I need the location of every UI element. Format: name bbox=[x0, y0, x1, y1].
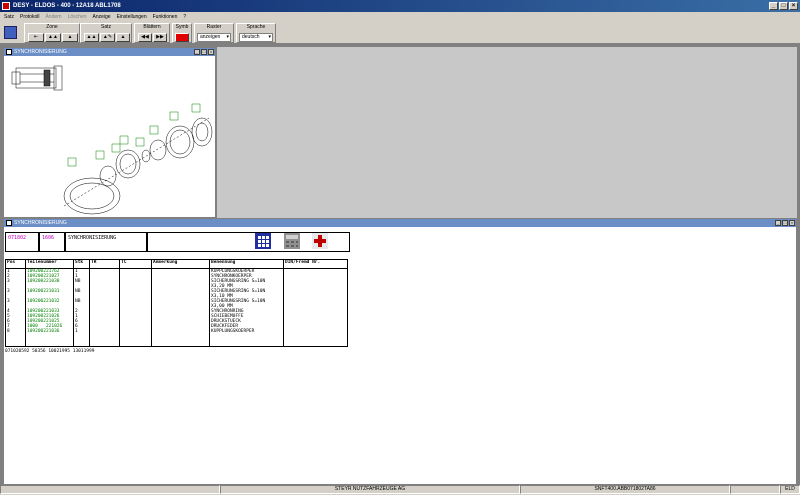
mdi-area: SYNCHRONISIERUNG _ □ × SYNCHRONISIERUNG … bbox=[0, 44, 800, 485]
zone-up-icon[interactable]: ▲▲ bbox=[45, 33, 61, 42]
drawing-close-button[interactable]: × bbox=[208, 49, 214, 55]
app-icon bbox=[2, 2, 10, 10]
home-icon[interactable] bbox=[4, 26, 17, 39]
symb-label: Symb bbox=[175, 24, 189, 30]
gearbox-thumbnail bbox=[11, 65, 63, 91]
status-company: STEYR NUTZFAHRZEUGE AG bbox=[220, 485, 520, 494]
pos-cell: 1 2 3 3 3 4 5 6 7 8 bbox=[5, 268, 26, 347]
synchro-parts bbox=[63, 117, 213, 215]
benennung-cell: KUPPLUNGSKOERPER SYNCHRONKOERPER SICHERU… bbox=[209, 268, 284, 347]
window-title: DESY - ELDOS - 400 - 12A18 ABL1708 bbox=[13, 3, 121, 9]
drawing-window-icon bbox=[6, 49, 12, 55]
menu-bar: Satz Protokoll Ändern Löschen Anzeige Ei… bbox=[0, 12, 800, 22]
table-header-row: Pos Teilenummer Stk TR TC Anmerkung Bene… bbox=[5, 259, 348, 269]
maximize-button[interactable]: □ bbox=[779, 2, 788, 10]
col-pos: Pos bbox=[5, 259, 26, 269]
parts-close-button[interactable]: × bbox=[789, 220, 795, 226]
menu-loeschen[interactable]: Löschen bbox=[68, 14, 87, 20]
table-row[interactable]: 1 2 3 3 3 4 5 6 7 8 109200221762 1092002… bbox=[5, 268, 348, 347]
col-tr: TR bbox=[89, 259, 120, 269]
empty-workspace bbox=[217, 47, 797, 218]
menu-protokoll[interactable]: Protokoll bbox=[20, 14, 39, 20]
calculator-icon[interactable] bbox=[284, 233, 300, 249]
parts-window-icon bbox=[6, 220, 12, 226]
footnote: 071020592 58356 10021995 13011999 bbox=[5, 349, 95, 354]
parts-maximize-button[interactable]: □ bbox=[782, 220, 788, 226]
col-teilenummer: Teilenummer bbox=[25, 259, 74, 269]
drawing-minimize-button[interactable]: _ bbox=[194, 49, 200, 55]
sprache-select[interactable]: deutsch bbox=[239, 33, 273, 42]
sprache-label: Sprache bbox=[246, 24, 266, 30]
raster-label: Raster bbox=[206, 24, 222, 30]
drawing-window-titlebar: SYNCHRONISIERUNG _ □ × bbox=[4, 48, 215, 56]
parts-table: Pos Teilenummer Stk TR TC Anmerkung Bene… bbox=[5, 259, 348, 347]
tr-cell bbox=[89, 268, 120, 347]
sprache-group: Sprache deutsch bbox=[236, 23, 276, 43]
status-mode bbox=[730, 485, 780, 494]
menu-aendern[interactable]: Ändern bbox=[45, 14, 61, 20]
assembly-description: SYNCHRONISIERUNG bbox=[65, 232, 147, 252]
satz-up-icon[interactable]: ▲▲ bbox=[84, 33, 99, 42]
menu-einstellungen[interactable]: Einstellungen bbox=[117, 14, 147, 20]
symbol-icon[interactable] bbox=[175, 33, 189, 42]
position-markers bbox=[67, 103, 201, 167]
status-left bbox=[0, 485, 220, 494]
satz-next-icon[interactable]: ▲ bbox=[116, 33, 130, 42]
col-anmerkung: Anmerkung bbox=[151, 259, 210, 269]
red-cross-icon[interactable] bbox=[312, 233, 328, 249]
satz-edit-icon[interactable]: ▲✎ bbox=[100, 33, 115, 42]
raster-select[interactable]: anzeigen bbox=[197, 33, 231, 42]
drawing-window: SYNCHRONISIERUNG _ □ × bbox=[3, 47, 216, 218]
satz-label: Satz bbox=[100, 24, 111, 30]
parts-minimize-button[interactable]: _ bbox=[775, 220, 781, 226]
din-cell bbox=[283, 268, 348, 347]
status-doc: SNFT400.ABB071802TA86 bbox=[520, 485, 730, 494]
zone-group: Zone ⇤ ▲▲ ▲ bbox=[24, 23, 80, 43]
toolbar: Zone ⇤ ▲▲ ▲ Satz ▲▲ ▲✎ ▲ Blättern ◀◀ ▶▶ … bbox=[0, 22, 800, 44]
parts-window-title: SYNCHRONISIERUNG bbox=[14, 220, 67, 226]
satz-group: Satz ▲▲ ▲✎ ▲ bbox=[80, 23, 132, 43]
page-next-icon[interactable]: ▶▶ bbox=[153, 33, 167, 42]
menu-satz[interactable]: Satz bbox=[4, 14, 14, 20]
col-stk: Stk bbox=[73, 259, 90, 269]
exploded-drawing[interactable] bbox=[4, 56, 215, 217]
drawing-maximize-button[interactable]: □ bbox=[201, 49, 207, 55]
tc-cell bbox=[119, 268, 152, 347]
status-bar: STEYR NUTZFAHRZEUGE AG SNFT400.ABB071802… bbox=[0, 485, 800, 495]
teilenummer-cell[interactable]: 109200221762 109200221027 109200221030 1… bbox=[25, 268, 74, 347]
raster-group: Raster anzeigen bbox=[194, 23, 234, 43]
menu-anzeige[interactable]: Anzeige bbox=[93, 14, 111, 20]
menu-help[interactable]: ? bbox=[183, 14, 186, 20]
window-titlebar: DESY - ELDOS - 400 - 12A18 ABL1708 _ □ × bbox=[0, 0, 800, 12]
col-tc: TC bbox=[119, 259, 152, 269]
status-app: ELD bbox=[780, 485, 800, 494]
stk-cell: 1 1 NB NB NB 2 1 6 6 1 bbox=[73, 268, 90, 347]
parts-window-titlebar: SYNCHRONISIERUNG _ □ × bbox=[4, 219, 796, 227]
col-din: DIN/Fremd Nr. bbox=[283, 259, 348, 269]
figure-code: 1606 bbox=[39, 232, 65, 252]
blaettern-label: Blättern bbox=[143, 24, 161, 30]
zone-label: Zone bbox=[46, 24, 58, 30]
blaettern-group: Blättern ◀◀ ▶▶ bbox=[134, 23, 170, 43]
col-benennung: Benennung bbox=[209, 259, 284, 269]
symb-group: Symb bbox=[172, 23, 192, 43]
zone-next-icon[interactable]: ▲ bbox=[62, 33, 78, 42]
page-prev-icon[interactable]: ◀◀ bbox=[138, 33, 152, 42]
assembly-code: 071802 bbox=[5, 232, 39, 252]
grid-view-icon[interactable] bbox=[255, 233, 271, 249]
menu-funktionen[interactable]: Funktionen bbox=[153, 14, 178, 20]
zone-first-icon[interactable]: ⇤ bbox=[28, 33, 44, 42]
close-button[interactable]: × bbox=[789, 2, 798, 10]
minimize-button[interactable]: _ bbox=[769, 2, 778, 10]
anmerkung-cell bbox=[151, 268, 210, 347]
drawing-window-title: SYNCHRONISIERUNG bbox=[14, 49, 67, 55]
